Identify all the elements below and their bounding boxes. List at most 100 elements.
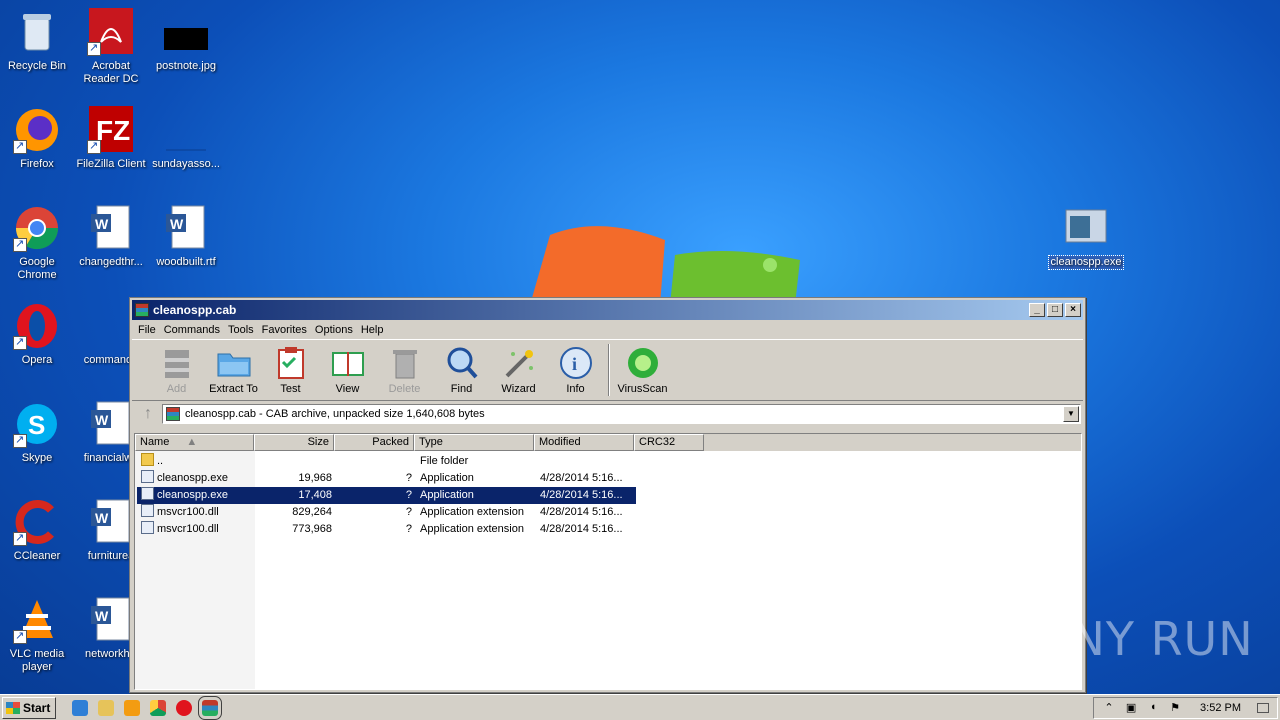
toolbar-separator (608, 344, 610, 396)
desktop-icon-filezilla[interactable]: FZ FileZilla Client (74, 106, 148, 171)
volume-icon[interactable]: ◖ (1146, 701, 1160, 715)
explorer-folder-icon[interactable] (98, 699, 114, 716)
table-row[interactable]: msvcr100.dll 829,264 ? Application exten… (137, 504, 636, 521)
add-archive-icon (159, 346, 195, 380)
window-title: cleanospp.cab (153, 303, 237, 317)
table-row[interactable]: cleanospp.exe 19,968 ? Application 4/28/… (137, 470, 636, 487)
ie-icon[interactable] (72, 699, 88, 716)
add-button[interactable]: Add (148, 346, 205, 395)
virus-scan-icon (625, 346, 661, 380)
exe-icon (1062, 204, 1110, 252)
svg-text:FZ: FZ (96, 115, 130, 146)
view-button[interactable]: View (319, 346, 376, 395)
wizard-button[interactable]: Wizard (490, 346, 547, 395)
desktop-icon-chrome[interactable]: Google Chrome (0, 204, 74, 282)
view-book-icon (330, 346, 366, 380)
desktop-icon-opera[interactable]: Opera (0, 302, 74, 367)
shortcut-arrow-icon (13, 433, 27, 448)
desktop-icon-cleanospp-exe[interactable]: cleanospp.exe (1046, 204, 1126, 270)
blank-file-icon (87, 302, 135, 350)
svg-text:W: W (95, 216, 109, 232)
delete-button[interactable]: Delete (376, 346, 433, 395)
show-desktop-icon[interactable] (1257, 702, 1269, 713)
word-doc-icon: W (162, 204, 210, 252)
shortcut-arrow-icon (13, 335, 27, 350)
folder-icon (141, 453, 154, 466)
test-button[interactable]: Test (262, 346, 319, 395)
clock[interactable]: 3:52 PM (1200, 702, 1241, 714)
svg-text:W: W (95, 412, 109, 428)
shortcut-arrow-icon (87, 139, 101, 154)
desktop-icon-sundayasso[interactable]: sundayasso... (143, 106, 229, 171)
desktop-icon-postnote[interactable]: postnote.jpg (149, 8, 223, 73)
start-button[interactable]: Start (2, 696, 56, 719)
find-button[interactable]: Find (433, 346, 490, 395)
menu-tools[interactable]: Tools (224, 324, 258, 336)
blank-file-icon (162, 106, 210, 154)
filezilla-icon: FZ (87, 106, 135, 154)
media-player-icon[interactable] (124, 699, 140, 716)
virusscan-button[interactable]: VirusScan (614, 346, 671, 395)
menu-file[interactable]: File (134, 324, 160, 336)
table-row-selected[interactable]: cleanospp.exe 17,408 ? Application 4/28/… (137, 487, 636, 504)
up-arrow-icon[interactable]: ↑ (134, 403, 162, 425)
extract-to-button[interactable]: Extract To (205, 346, 262, 395)
network-icon[interactable]: ▣ (1124, 701, 1138, 715)
address-text: cleanospp.cab - CAB archive, unpacked si… (185, 408, 485, 420)
desktop-icon-ccleaner[interactable]: CCleaner (0, 498, 74, 563)
recycle-bin-icon (13, 8, 61, 56)
column-header-modified[interactable]: Modified (534, 434, 634, 451)
info-icon: i (558, 346, 594, 380)
minimize-button[interactable]: _ (1029, 303, 1045, 317)
table-row[interactable]: .. File folder (137, 453, 636, 470)
shortcut-arrow-icon (13, 531, 27, 546)
magnifier-icon (444, 346, 480, 380)
desktop-icon-recycle-bin[interactable]: Recycle Bin (0, 8, 74, 73)
sort-ascending-icon: ▲ (186, 436, 198, 448)
svg-text:W: W (170, 216, 184, 232)
exe-icon (141, 470, 154, 483)
chrome-taskbar-icon[interactable] (150, 699, 166, 716)
shortcut-arrow-icon (13, 237, 27, 252)
taskbar: Start ⌃ ▣ ◖ ⚑ 3:52 PM (0, 694, 1280, 720)
column-header-packed[interactable]: Packed (334, 434, 414, 451)
desktop-icon-changedthr[interactable]: W changedthr... (74, 204, 148, 269)
menu-help[interactable]: Help (357, 324, 388, 336)
list-header: Name ▲ Size Packed Type Modified CRC32 (135, 434, 1081, 451)
info-button[interactable]: i Info (547, 346, 604, 395)
windows-logo-decoration (530, 226, 800, 305)
shortcut-arrow-icon (13, 139, 27, 154)
skype-icon: S (13, 400, 61, 448)
vlc-icon (13, 596, 61, 644)
word-doc-icon: W (87, 596, 135, 644)
column-header-type[interactable]: Type (414, 434, 534, 451)
desktop-icon-firefox[interactable]: Firefox (0, 106, 74, 171)
svg-text:W: W (95, 608, 109, 624)
table-row[interactable]: msvcr100.dll 773,968 ? Application exten… (137, 521, 636, 538)
desktop-icon-acrobat[interactable]: Acrobat Reader DC (74, 8, 148, 86)
address-bar[interactable]: cleanospp.cab - CAB archive, unpacked si… (162, 404, 1081, 424)
column-header-crc32[interactable]: CRC32 (634, 434, 704, 451)
archive-window[interactable]: cleanospp.cab _ □ × File Commands Tools … (129, 297, 1086, 693)
opera-taskbar-icon[interactable] (176, 699, 192, 716)
menu-bar: File Commands Tools Favorites Options He… (130, 320, 1085, 339)
menu-commands[interactable]: Commands (160, 324, 224, 336)
menu-options[interactable]: Options (311, 324, 357, 336)
column-header-size[interactable]: Size (254, 434, 334, 451)
show-hidden-icons-chevron-icon[interactable]: ⌃ (1102, 701, 1116, 715)
menu-favorites[interactable]: Favorites (258, 324, 311, 336)
file-list[interactable]: Name ▲ Size Packed Type Modified CRC32 .… (134, 433, 1082, 690)
exe-icon (141, 487, 154, 500)
column-header-name[interactable]: Name ▲ (135, 434, 254, 451)
winrar-taskbar-icon[interactable] (198, 695, 222, 720)
title-bar[interactable]: cleanospp.cab _ □ × (132, 300, 1083, 320)
close-button[interactable]: × (1065, 303, 1081, 317)
desktop-icon-woodbuilt[interactable]: W woodbuilt.rtf (149, 204, 223, 269)
image-file-icon (162, 8, 210, 56)
chevron-down-icon[interactable]: ▼ (1063, 406, 1079, 422)
maximize-button[interactable]: □ (1047, 303, 1063, 317)
action-center-flag-icon[interactable]: ⚑ (1168, 701, 1182, 715)
desktop-icon-skype[interactable]: S Skype (0, 400, 74, 465)
desktop-icon-vlc[interactable]: VLC media player (0, 596, 74, 674)
address-row: ↑ cleanospp.cab - CAB archive, unpacked … (130, 401, 1085, 427)
